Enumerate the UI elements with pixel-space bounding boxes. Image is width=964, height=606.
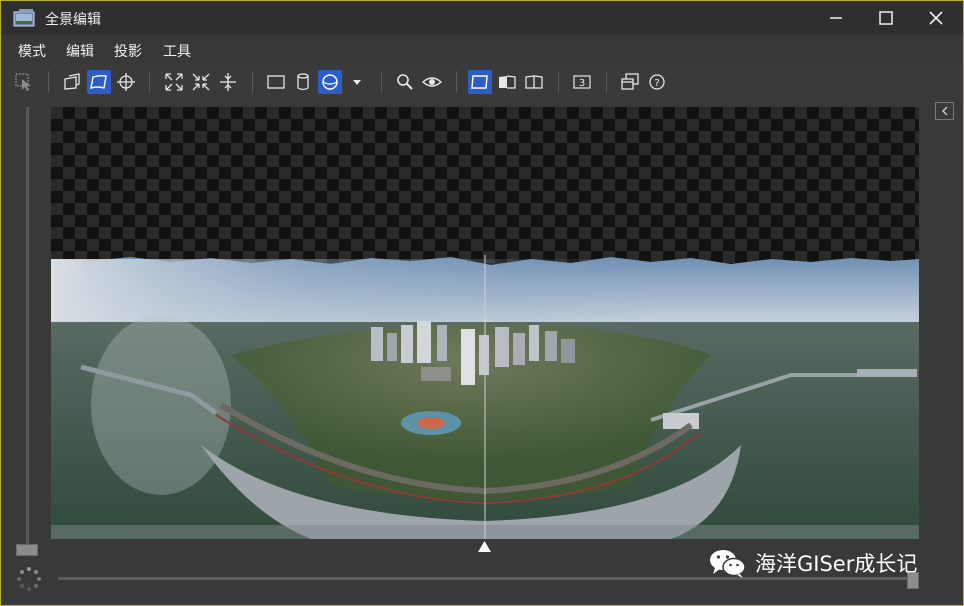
title-bar: 全景编辑 — [1, 1, 963, 35]
menu-projection[interactable]: 投影 — [114, 41, 142, 61]
warp-edit-icon — [90, 74, 107, 89]
zoom-button[interactable] — [393, 70, 417, 94]
fit-expand-icon — [165, 73, 183, 91]
toolbar: 3 ? — [1, 63, 963, 101]
windows-button[interactable] — [618, 70, 642, 94]
panorama-canvas[interactable] — [51, 107, 919, 539]
window-title: 全景编辑 — [45, 12, 101, 28]
cylindrical-projection-button[interactable] — [291, 70, 315, 94]
cylindrical-projection-icon — [297, 73, 309, 91]
select-arrow-icon — [15, 73, 31, 91]
help-label: ? — [654, 78, 659, 89]
layout-normal-icon — [471, 75, 488, 89]
panorama-edit-button[interactable] — [60, 70, 84, 94]
number-3-button[interactable]: 3 — [570, 70, 594, 94]
maximize-button[interactable] — [863, 1, 909, 35]
windows-icon — [621, 73, 639, 90]
number-3-icon: 3 — [573, 75, 591, 89]
layout-normal-button[interactable] — [468, 70, 492, 94]
center-split-button[interactable] — [216, 70, 240, 94]
panorama-editor-window: 全景编辑 模式 编辑 投影 工具 3 ? 海洋GISer成长记 — [0, 0, 964, 606]
menu-bar: 模式 编辑 投影 工具 — [1, 35, 963, 63]
dropdown-arrow-icon — [353, 80, 361, 85]
fit-expand-button[interactable] — [162, 70, 186, 94]
help-button[interactable]: ? — [645, 70, 669, 94]
watermark: 海洋GISer成长记 — [709, 547, 917, 579]
close-icon — [929, 11, 943, 25]
menu-tools[interactable]: 工具 — [163, 41, 191, 61]
preview-button[interactable] — [420, 70, 444, 94]
spherical-projection-button[interactable] — [318, 70, 342, 94]
menu-edit[interactable]: 编辑 — [66, 41, 94, 61]
chevron-left-icon — [941, 106, 947, 116]
center-marker-icon[interactable] — [478, 541, 491, 552]
select-button[interactable] — [12, 70, 36, 94]
rectilinear-projection-icon — [267, 75, 285, 89]
crosshair-icon — [117, 73, 135, 91]
center-split-icon — [220, 73, 236, 91]
rectilinear-projection-button[interactable] — [264, 70, 288, 94]
toolbar-separator — [149, 71, 150, 93]
crosshair-button[interactable] — [114, 70, 138, 94]
transparent-area — [51, 107, 919, 267]
app-icon — [13, 9, 35, 27]
layout-book-button[interactable] — [522, 70, 546, 94]
minimize-icon — [830, 17, 842, 19]
spherical-projection-icon — [322, 74, 338, 90]
toolbar-separator — [558, 71, 559, 93]
wechat-icon — [710, 550, 746, 578]
toolbar-separator — [606, 71, 607, 93]
zoom-icon — [397, 74, 413, 90]
toolbar-separator — [252, 71, 253, 93]
panorama-edit-icon — [64, 73, 80, 90]
minimize-button[interactable] — [813, 1, 859, 35]
vertical-slider-track[interactable] — [26, 107, 29, 545]
fit-shrink-icon — [192, 73, 210, 91]
help-icon: ? — [649, 74, 665, 90]
panorama-image — [51, 255, 919, 539]
loading-spinner-icon — [17, 567, 41, 591]
projection-dropdown-button[interactable] — [345, 70, 369, 94]
warp-edit-button[interactable] — [87, 70, 111, 94]
eye-icon — [422, 77, 442, 87]
layout-mirror-button[interactable] — [495, 70, 519, 94]
collapse-panel-button[interactable] — [935, 102, 954, 120]
fit-shrink-button[interactable] — [189, 70, 213, 94]
vertical-slider-handle[interactable] — [16, 544, 38, 556]
toolbar-separator — [381, 71, 382, 93]
layout-mirror-icon — [499, 75, 516, 89]
toolbar-separator — [48, 71, 49, 93]
watermark-text: 海洋GISer成长记 — [755, 552, 918, 576]
maximize-icon — [879, 11, 893, 25]
number-3-label: 3 — [579, 78, 585, 89]
layout-book-icon — [525, 75, 543, 89]
toolbar-separator — [456, 71, 457, 93]
menu-mode[interactable]: 模式 — [18, 41, 46, 61]
close-button[interactable] — [913, 1, 959, 35]
